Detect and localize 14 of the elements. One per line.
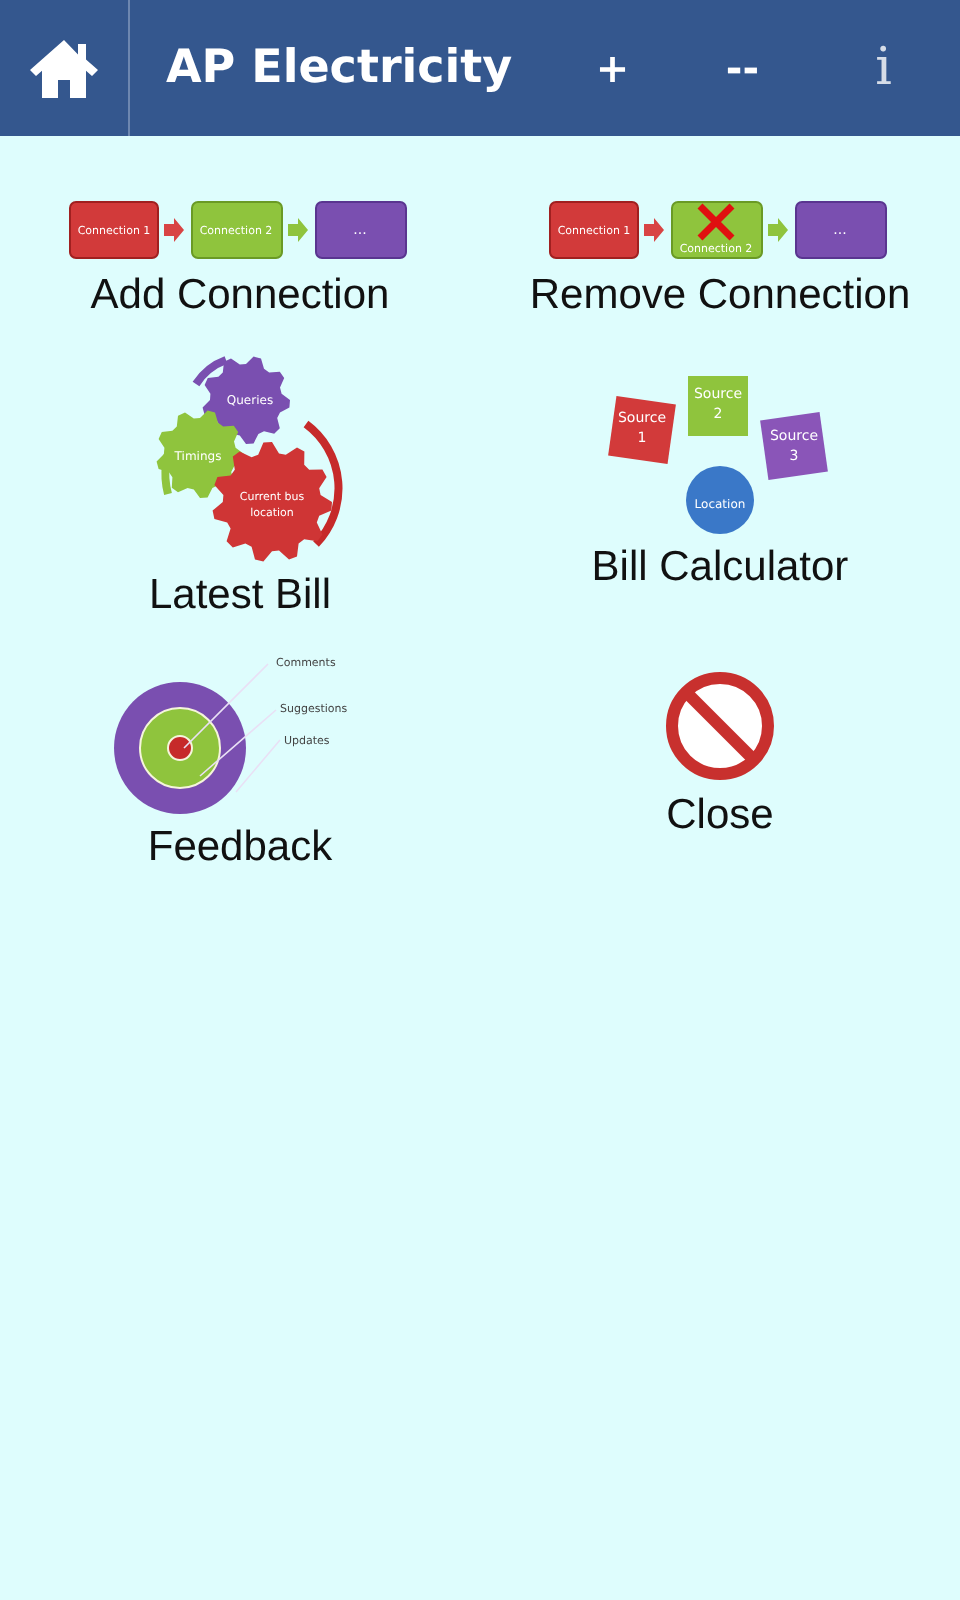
- tile-label: Feedback: [147, 824, 333, 872]
- tile-label: Add Connection: [90, 272, 390, 320]
- cross-mark-icon: [696, 202, 736, 242]
- home-icon: [27, 36, 100, 100]
- prohibited-icon: [662, 668, 778, 784]
- tile-label: Remove Connection: [529, 272, 911, 320]
- add-button[interactable]: +: [547, 0, 678, 136]
- tile-label: Bill Calculator: [591, 544, 849, 592]
- app-title: AP Electricity: [165, 42, 515, 94]
- tile-label: Close: [666, 792, 774, 840]
- remove-button[interactable]: --: [677, 0, 808, 136]
- info-button[interactable]: i: [807, 0, 960, 136]
- tile-label: Latest Bill: [148, 572, 332, 620]
- menu-tile[interactable]: Close: [662, 636, 778, 872]
